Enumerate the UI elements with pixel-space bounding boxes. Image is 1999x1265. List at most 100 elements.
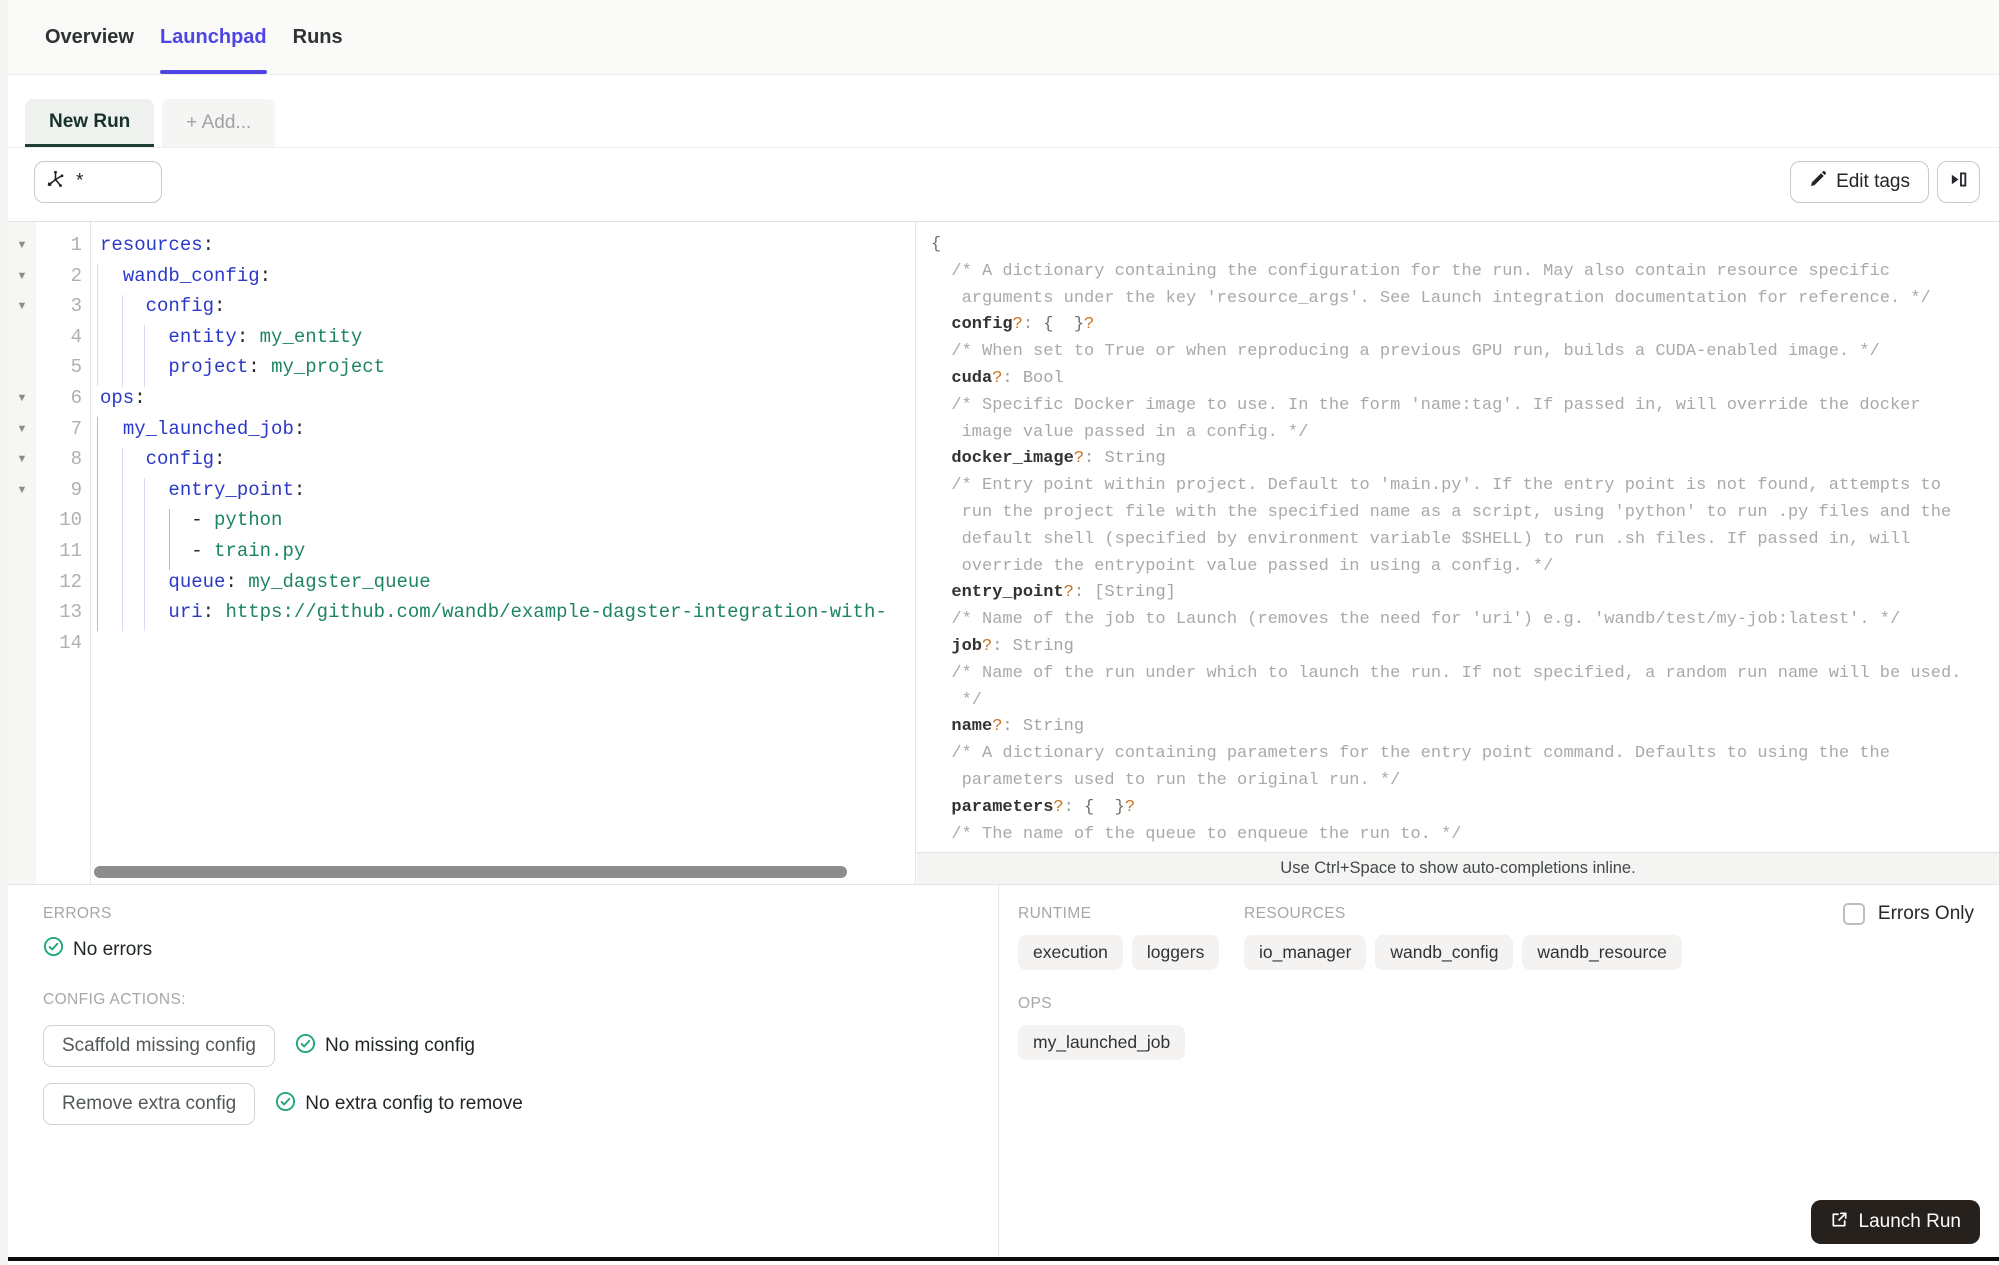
config-actions-label: CONFIG ACTIONS: xyxy=(43,991,186,1008)
schema-line: /* A dictionary containing parameters fo… xyxy=(931,744,1890,764)
fold-arrow-icon xyxy=(8,567,36,598)
code-line[interactable]: resources: xyxy=(100,230,915,261)
edit-tags-button[interactable]: Edit tags xyxy=(1790,161,1929,203)
fold-arrow-icon[interactable]: ▼ xyxy=(8,444,36,475)
schema-line: /* When set to True or when reproducing … xyxy=(931,342,1880,362)
schema-line: default shell (specified by environment … xyxy=(931,529,1911,549)
tab-runs-label: Runs xyxy=(292,25,343,48)
op-selector-icon xyxy=(45,169,66,195)
resources-group: RESOURCES io_manager wandb_config wandb_re… xyxy=(1244,905,1682,970)
fold-arrow-icon xyxy=(8,628,36,659)
errors-only-toggle[interactable]: Errors Only xyxy=(1842,903,1974,925)
window-bottom-edge xyxy=(8,1257,1999,1261)
launch-run-label: Launch Run xyxy=(1858,1211,1961,1232)
schema-line: /* Entry point within project. Default t… xyxy=(931,476,1941,496)
launch-run-button[interactable]: Launch Run xyxy=(1810,1200,1980,1244)
expand-panel-icon xyxy=(1949,170,1968,195)
resource-chip[interactable]: io_manager xyxy=(1244,935,1367,970)
fold-arrow-icon[interactable]: ▼ xyxy=(8,230,36,261)
schema-line: docker_image?: String xyxy=(931,449,1166,469)
fold-arrow-icon xyxy=(8,322,36,353)
line-number: 7 xyxy=(70,417,82,440)
schema-line: image value passed in a config. */ xyxy=(931,422,1309,442)
schema-line: parameters?: { }? xyxy=(931,797,1136,817)
tab-overview[interactable]: Overview xyxy=(45,0,134,74)
launchpad-session-tabs: New Run + Add... xyxy=(8,75,1999,148)
op-selector-input[interactable]: * xyxy=(34,161,162,203)
resource-chip[interactable]: wandb_config xyxy=(1375,935,1514,970)
tab-overview-label: Overview xyxy=(45,25,134,48)
schema-line: name?: String xyxy=(931,717,1085,737)
line-number: 10 xyxy=(59,509,82,532)
expand-panel-button[interactable] xyxy=(1937,161,1980,203)
errors-only-label: Errors Only xyxy=(1877,903,1974,924)
runtime-chip[interactable]: loggers xyxy=(1131,935,1220,970)
indent-guide xyxy=(97,264,98,386)
code-line[interactable]: project: my_project xyxy=(100,352,915,383)
code-line[interactable]: config: xyxy=(100,291,915,322)
session-tab-add[interactable]: + Add... xyxy=(162,99,276,147)
runtime-label: RUNTIME xyxy=(1018,905,1092,922)
remove-extra-config-button[interactable]: Remove extra config xyxy=(43,1083,256,1125)
pencil-icon xyxy=(1809,170,1827,194)
schema-line: /* Specific Docker image to use. In the … xyxy=(931,395,1921,415)
config-editor-region: ▼ ▼ ▼ ▼ ▼ ▼ ▼ 1 2 3 4 5 6 7 8 9 10 11 12 13 14 resources: w… xyxy=(8,222,1999,884)
scaffold-missing-config-button[interactable]: Scaffold missing config xyxy=(43,1025,275,1067)
tab-launchpad-label: Launchpad xyxy=(159,25,267,48)
schema-line: config?: { }? xyxy=(931,315,1095,335)
schema-line: /* The name of the queue to enqueue the … xyxy=(931,824,1462,844)
schema-line: /* A dictionary containing the configura… xyxy=(931,261,1890,281)
code-line[interactable]: entry_point: xyxy=(100,475,915,506)
fold-arrow-icon[interactable]: ▼ xyxy=(8,383,36,414)
tab-launchpad[interactable]: Launchpad xyxy=(159,0,267,74)
line-number: 2 xyxy=(70,264,82,287)
fold-arrow-icon xyxy=(8,536,36,567)
code-line[interactable]: my_launched_job: xyxy=(100,414,915,445)
fold-arrow-icon[interactable]: ▼ xyxy=(8,261,36,292)
line-number: 5 xyxy=(70,356,82,379)
no-extra-config-status: No extra config to remove xyxy=(305,1093,523,1114)
definitions-panel: RUNTIME execution loggers RESOURCES io_ma… xyxy=(1000,885,1999,1261)
yaml-code[interactable]: resources: wandb_config: config: entity:… xyxy=(100,230,915,658)
fold-arrow-icon xyxy=(8,597,36,628)
horizontal-scrollbar[interactable] xyxy=(94,866,847,878)
session-tab-new-run[interactable]: New Run xyxy=(25,99,155,147)
code-line[interactable]: config: xyxy=(100,444,915,475)
code-line[interactable]: entity: my_entity xyxy=(100,322,915,353)
edit-tags-label: Edit tags xyxy=(1836,171,1910,192)
schema-line: /* Name of the run under which to launch… xyxy=(931,663,1962,683)
schema-line: entry_point?: [String] xyxy=(931,583,1176,603)
resources-label: RESOURCES xyxy=(1244,905,1346,922)
schema-line: run the project file with the specified … xyxy=(931,502,1952,522)
launch-icon xyxy=(1830,1210,1849,1235)
fold-arrow-icon[interactable]: ▼ xyxy=(8,414,36,445)
autocomplete-hint: Use Ctrl+Space to show auto-completions … xyxy=(917,852,1999,884)
code-line[interactable]: uri: https://github.com/wandb/example-da… xyxy=(100,597,915,628)
code-line[interactable]: ops: xyxy=(100,383,915,414)
fold-arrow-icon[interactable]: ▼ xyxy=(8,291,36,322)
yaml-editor[interactable]: ▼ ▼ ▼ ▼ ▼ ▼ ▼ 1 2 3 4 5 6 7 8 9 10 11 12 13 14 resources: w… xyxy=(8,222,916,884)
fold-arrow-icon[interactable]: ▼ xyxy=(8,475,36,506)
code-line[interactable]: wandb_config: xyxy=(100,261,915,292)
line-number: 4 xyxy=(70,325,82,348)
fold-gutter[interactable]: ▼ ▼ ▼ ▼ ▼ ▼ ▼ xyxy=(8,230,36,884)
errors-only-checkbox[interactable] xyxy=(1842,903,1865,925)
code-line[interactable]: - train.py xyxy=(100,536,915,567)
line-number: 11 xyxy=(59,539,82,562)
runtime-chip[interactable]: execution xyxy=(1018,935,1123,970)
code-line[interactable]: queue: my_dagster_queue xyxy=(100,567,915,598)
schema-line: */ xyxy=(931,690,983,710)
page-background-strip xyxy=(0,0,8,1265)
fold-arrow-icon xyxy=(8,352,36,383)
gutter-divider xyxy=(90,222,91,884)
no-missing-config-status: No missing config xyxy=(324,1035,475,1056)
op-selector-value: * xyxy=(74,171,86,193)
line-number: 12 xyxy=(59,570,82,593)
fold-arrow-icon xyxy=(8,505,36,536)
code-line[interactable]: - python xyxy=(100,505,915,536)
line-numbers: 1 2 3 4 5 6 7 8 9 10 11 12 13 14 xyxy=(36,230,82,658)
resource-chip[interactable]: wandb_resource xyxy=(1522,935,1682,970)
op-chip[interactable]: my_launched_job xyxy=(1018,1025,1186,1060)
code-line[interactable] xyxy=(100,628,915,659)
tab-runs[interactable]: Runs xyxy=(293,0,343,74)
